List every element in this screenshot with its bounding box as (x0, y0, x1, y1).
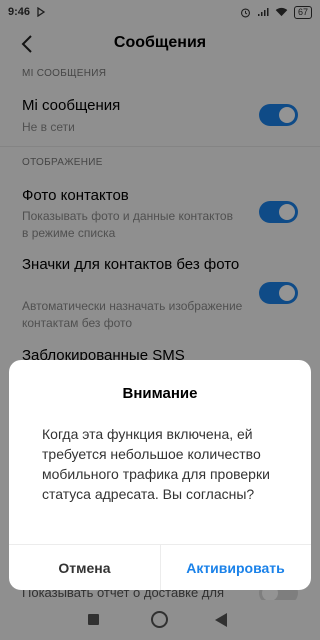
cancel-button[interactable]: Отмена (9, 545, 160, 590)
activate-button[interactable]: Активировать (160, 545, 311, 590)
dialog-title: Внимание (122, 385, 198, 402)
dialog-message: Когда эта функция включена, ей требуется… (42, 426, 270, 502)
confirmation-dialog: Внимание Когда эта функция включена, ей … (9, 360, 311, 590)
